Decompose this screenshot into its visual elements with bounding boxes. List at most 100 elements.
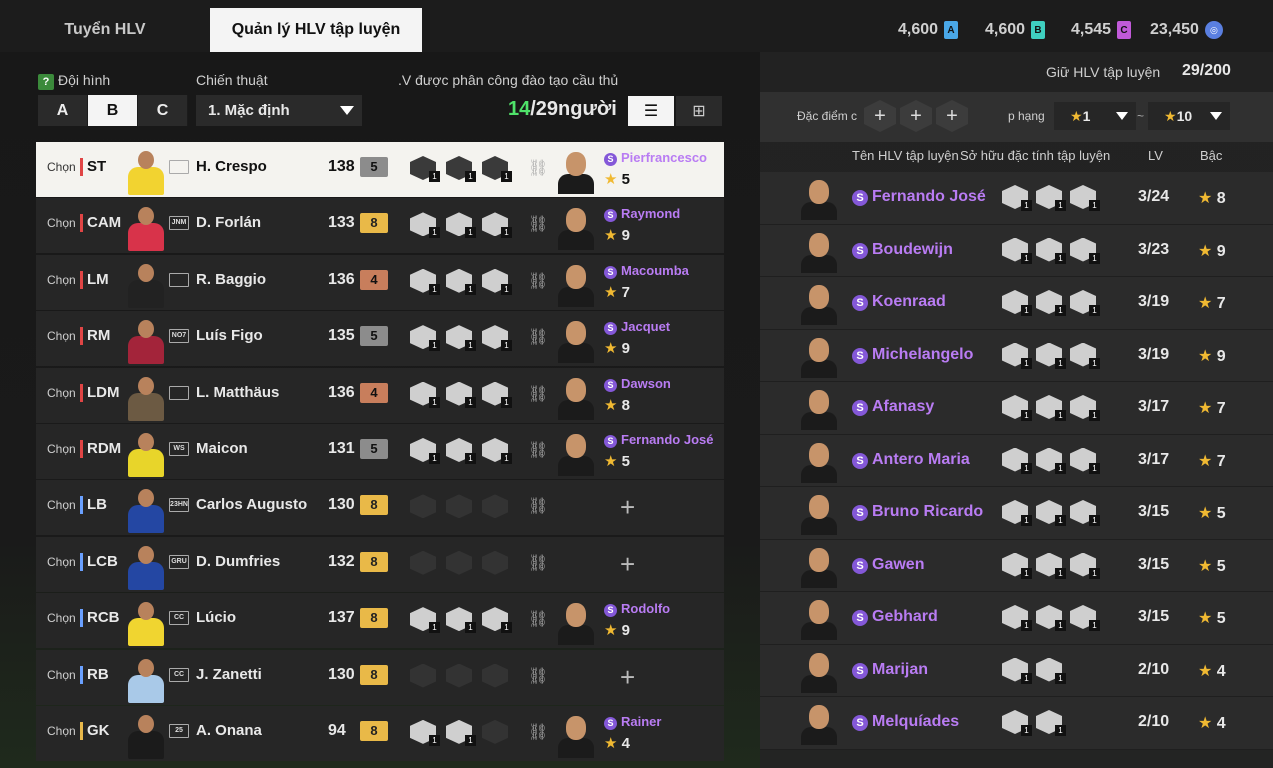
training-trait-icon[interactable]: 1 xyxy=(482,268,512,295)
training-trait-icon[interactable]: 1 xyxy=(446,325,476,352)
player-row[interactable]: Chọn ST H. Crespo 138 5 1 1 1 ⛓ S Pierfrancesco ★ 5 xyxy=(36,142,724,197)
training-trait-icon[interactable]: 1 xyxy=(446,156,476,182)
training-trait-icon[interactable]: 1 xyxy=(1070,447,1100,474)
player-row[interactable]: Chọn CAM JNM D. Forlán 133 8 1 1 1 ⛓ S Raymond ★ 9 xyxy=(36,198,724,254)
coach-row[interactable]: S Koenraad 1 1 1 3/19 ★ 7 xyxy=(760,277,1273,330)
training-trait-icon[interactable]: 1 xyxy=(482,212,512,239)
rank-to-dropdown[interactable]: ★10 xyxy=(1148,102,1230,130)
training-trait-icon[interactable]: 1 xyxy=(1002,237,1032,264)
col-coach-rank[interactable]: Bậc xyxy=(1200,148,1222,163)
training-trait-icon[interactable]: 1 xyxy=(1036,500,1066,526)
training-trait-icon[interactable]: 1 xyxy=(482,325,512,352)
training-trait-icon[interactable]: 1 xyxy=(1070,237,1100,264)
assign-coach-plus-icon[interactable]: + xyxy=(620,662,635,693)
tactic-dropdown[interactable]: 1. Mặc định xyxy=(196,95,362,126)
training-trait-icon[interactable]: 1 xyxy=(1002,710,1032,736)
star-icon: ★ xyxy=(1198,452,1213,470)
coach-row[interactable]: S Afanasy 1 1 1 3/17 ★ 7 xyxy=(760,382,1273,435)
training-trait-icon[interactable]: 1 xyxy=(410,212,440,239)
trait-filter-add-1[interactable]: + xyxy=(864,100,896,132)
assign-coach-plus-icon[interactable]: + xyxy=(620,492,635,523)
player-row[interactable]: Chọn GK 25 A. Onana 94 8 1 1 ⛓ S Rainer ★ 4 xyxy=(36,705,724,761)
coach-row[interactable]: S Marijan 1 1 2/10 ★ 4 xyxy=(760,644,1273,697)
training-trait-icon[interactable]: 1 xyxy=(1036,185,1066,211)
col-coach-name[interactable]: Tên HLV tập luyện xyxy=(852,148,959,163)
assign-coach-plus-icon[interactable]: + xyxy=(620,549,635,580)
training-trait-icon[interactable]: 1 xyxy=(446,607,476,634)
training-trait-icon[interactable]: 1 xyxy=(446,437,476,464)
training-trait-icon[interactable]: 1 xyxy=(446,268,476,295)
player-row[interactable]: Chọn LDM L. Matthäus 136 4 1 1 1 ⛓ S Dawson ★ 8 xyxy=(36,367,724,423)
top-bar: Tuyển HLV Quản lý HLV tập luyện 4,600 A … xyxy=(0,0,1273,52)
training-trait-icon[interactable]: 1 xyxy=(1036,605,1066,631)
training-trait-icon[interactable]: 1 xyxy=(482,607,512,634)
training-trait-icon[interactable]: 1 xyxy=(1036,237,1066,264)
player-row[interactable]: Chọn RB CC J. Zanetti 130 8 ⛓ + xyxy=(36,649,724,705)
training-trait-icon[interactable]: 1 xyxy=(1036,342,1066,369)
training-trait-icon[interactable]: 1 xyxy=(482,437,512,464)
list-view-button[interactable]: ☰ xyxy=(628,96,674,126)
training-trait-icon[interactable]: 1 xyxy=(446,212,476,239)
training-trait-icon[interactable]: 1 xyxy=(1036,290,1066,316)
training-trait-icon[interactable]: 1 xyxy=(1070,605,1100,631)
training-trait-icon[interactable]: 1 xyxy=(1002,552,1032,579)
training-trait-icon[interactable]: 1 xyxy=(1002,447,1032,474)
training-trait-icon[interactable]: 1 xyxy=(410,325,440,352)
training-trait-icon[interactable]: 1 xyxy=(1002,342,1032,369)
training-trait-icon[interactable]: 1 xyxy=(1036,710,1066,736)
trait-filter-add-3[interactable]: + xyxy=(936,100,968,132)
training-trait-icon[interactable]: 1 xyxy=(446,381,476,408)
training-trait-icon[interactable]: 1 xyxy=(1002,605,1032,631)
tab-recruit-coach[interactable]: Tuyển HLV xyxy=(0,8,210,52)
coach-row[interactable]: S Antero Maria 1 1 1 3/17 ★ 7 xyxy=(760,434,1273,487)
empty-trait-slot xyxy=(482,494,512,520)
training-trait-icon[interactable]: 1 xyxy=(410,268,440,295)
player-row[interactable]: Chọn LB 23HN Carlos Augusto 130 8 ⛓ + xyxy=(36,480,724,536)
col-coach-lv[interactable]: LV xyxy=(1148,148,1163,163)
pitch-view-button[interactable]: ⊞ xyxy=(676,96,722,126)
squad-b-button[interactable]: B xyxy=(88,95,138,126)
coach-row[interactable]: S Fernando José 1 1 1 3/24 ★ 8 xyxy=(760,172,1273,225)
training-trait-icon[interactable]: 1 xyxy=(1002,290,1032,316)
coach-row[interactable]: S Bruno Ricardo 1 1 1 3/15 ★ 5 xyxy=(760,487,1273,540)
training-trait-icon[interactable]: 1 xyxy=(1070,290,1100,316)
coach-row[interactable]: S Gebhard 1 1 1 3/15 ★ 5 xyxy=(760,592,1273,645)
player-row[interactable]: Chọn LM R. Baggio 136 4 1 1 1 ⛓ S Macoumba ★ 7 xyxy=(36,254,724,310)
player-row[interactable]: Chọn RM NO7 Luís Figo 135 5 1 1 1 ⛓ S Jacquet ★ 9 xyxy=(36,311,724,367)
squad-c-button[interactable]: C xyxy=(138,95,188,126)
training-trait-icon[interactable]: 1 xyxy=(482,156,512,182)
training-trait-icon[interactable]: 1 xyxy=(1036,657,1066,684)
training-trait-icon[interactable]: 1 xyxy=(410,156,440,182)
training-trait-icon[interactable]: 1 xyxy=(1002,185,1032,211)
trait-filter-add-2[interactable]: + xyxy=(900,100,932,132)
player-row[interactable]: Chọn LCB GRU D. Dumfries 132 8 ⛓ + xyxy=(36,536,724,592)
coach-row[interactable]: S Gawen 1 1 1 3/15 ★ 5 xyxy=(760,539,1273,592)
training-trait-icon[interactable]: 1 xyxy=(446,719,476,746)
training-trait-icon[interactable]: 1 xyxy=(1070,342,1100,369)
training-trait-icon[interactable]: 1 xyxy=(1036,447,1066,474)
training-trait-icon[interactable]: 1 xyxy=(1070,500,1100,526)
training-trait-icon[interactable]: 1 xyxy=(410,437,440,464)
training-trait-icon[interactable]: 1 xyxy=(1002,395,1032,421)
coach-row[interactable]: S Michelangelo 1 1 1 3/19 ★ 9 xyxy=(760,329,1273,382)
training-trait-icon[interactable]: 1 xyxy=(410,607,440,634)
training-trait-icon[interactable]: 1 xyxy=(1036,552,1066,579)
coach-row[interactable]: S Melquíades 1 1 2/10 ★ 4 xyxy=(760,697,1273,750)
squad-a-button[interactable]: A xyxy=(38,95,88,126)
col-coach-traits[interactable]: Sở hữu đặc tính tập luyện xyxy=(960,148,1110,163)
training-trait-icon[interactable]: 1 xyxy=(410,381,440,408)
training-trait-icon[interactable]: 1 xyxy=(1036,395,1066,421)
rank-from-dropdown[interactable]: ★1 xyxy=(1054,102,1136,130)
training-trait-icon[interactable]: 1 xyxy=(1002,500,1032,526)
training-trait-icon[interactable]: 1 xyxy=(1002,657,1032,684)
player-row[interactable]: Chọn RCB CC Lúcio 137 8 1 1 1 ⛓ S Rodolfo ★ 9 xyxy=(36,593,724,649)
training-trait-icon[interactable]: 1 xyxy=(1070,395,1100,421)
training-trait-icon[interactable]: 1 xyxy=(1070,185,1100,211)
training-trait-icon[interactable]: 1 xyxy=(482,381,512,408)
coach-row[interactable]: S Boudewijn 1 1 1 3/23 ★ 9 xyxy=(760,224,1273,277)
training-trait-icon[interactable]: 1 xyxy=(1070,552,1100,579)
player-row[interactable]: Chọn RDM WS Maicon 131 5 1 1 1 ⛓ S Fernando José ★ 5 xyxy=(36,423,724,479)
help-icon[interactable]: ? xyxy=(38,74,54,90)
training-trait-icon[interactable]: 1 xyxy=(410,719,440,746)
tab-manage-coach[interactable]: Quản lý HLV tập luyện xyxy=(210,8,422,52)
